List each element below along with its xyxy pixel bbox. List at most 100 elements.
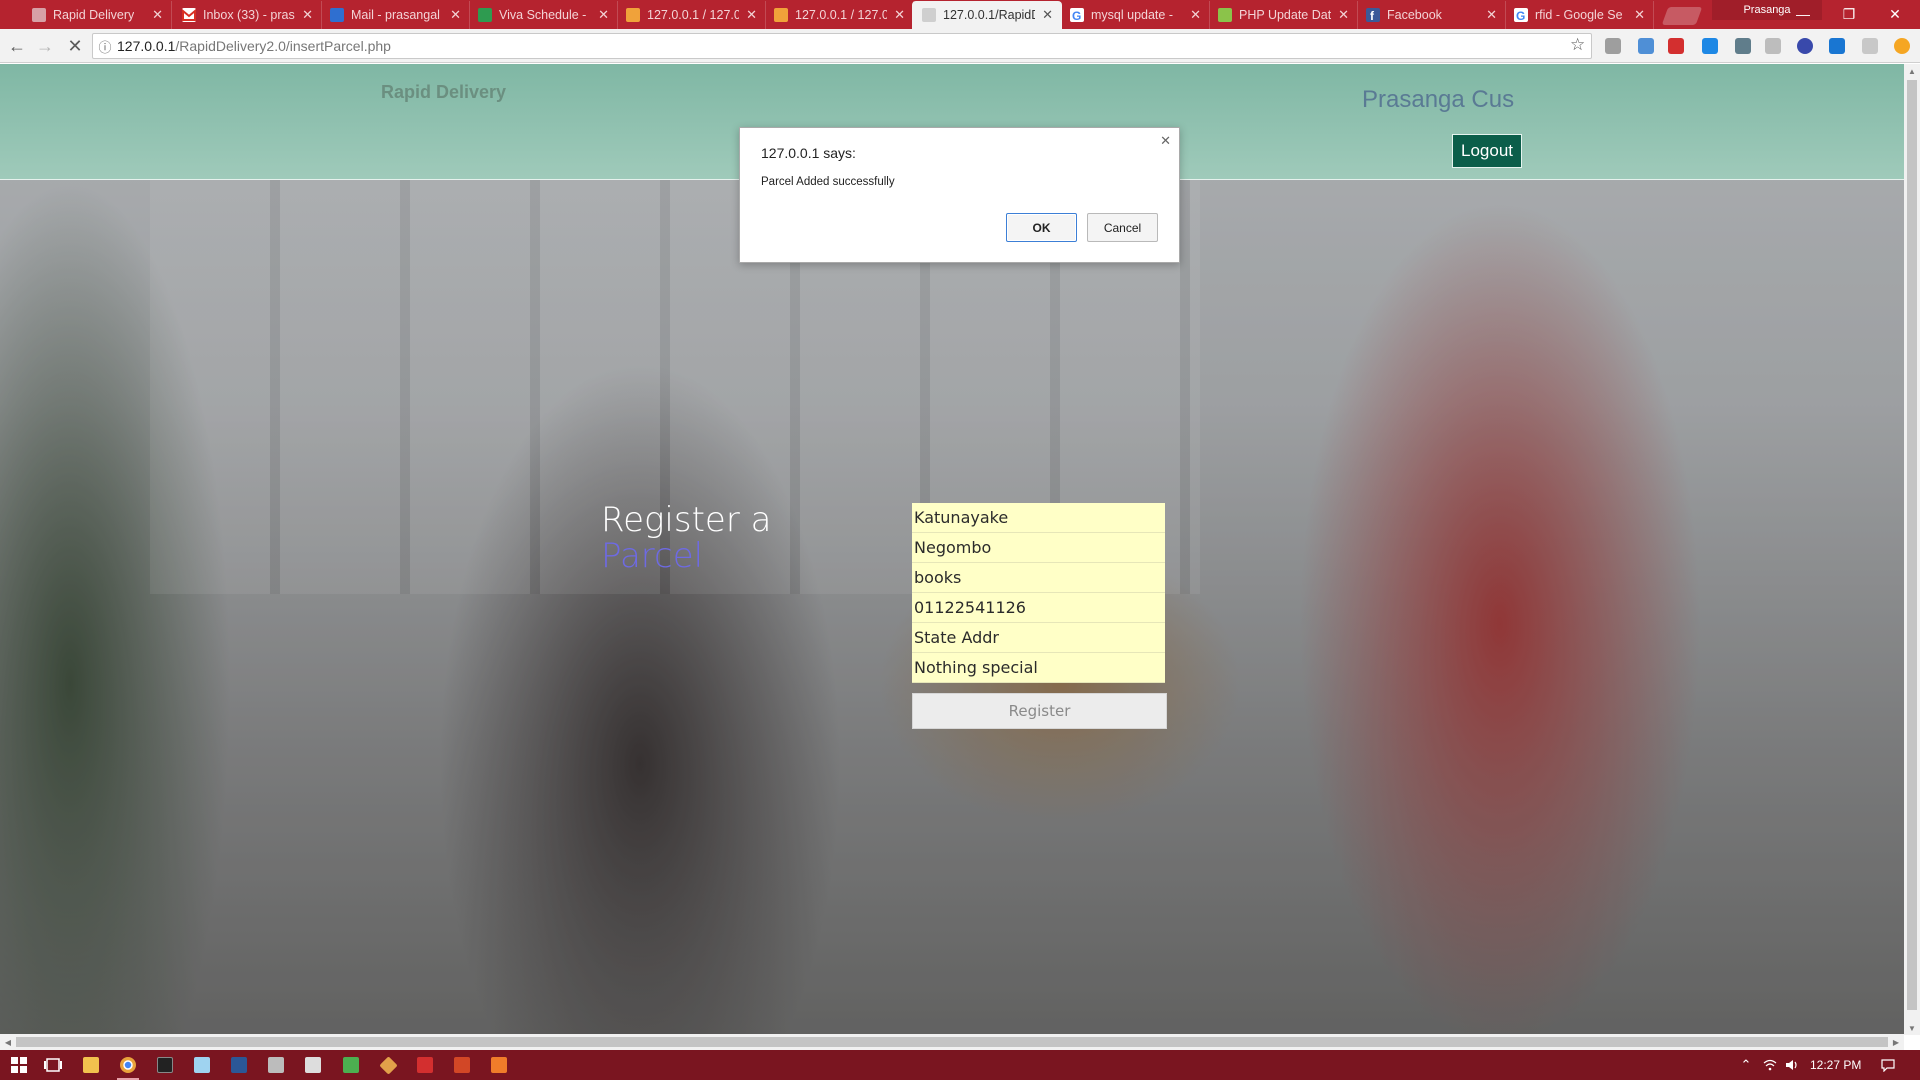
network-icon[interactable]: [1760, 1050, 1780, 1080]
scroll-right-icon[interactable]: ▶: [1888, 1034, 1904, 1050]
dialog-message: Parcel Added successfully: [761, 176, 895, 188]
back-arrow-icon[interactable]: ←: [6, 35, 28, 57]
tab-phpmyadmin-1[interactable]: 127.0.0.1 / 127.0 ✕: [616, 1, 766, 29]
close-icon[interactable]: ✕: [1634, 7, 1645, 23]
action-center-icon[interactable]: [1876, 1050, 1900, 1080]
web-page: Rapid Delivery Prasanga Cus Logout Regis…: [0, 64, 1904, 1034]
terminal-icon[interactable]: [150, 1054, 180, 1076]
logout-button[interactable]: Logout: [1452, 134, 1522, 168]
tab-mail[interactable]: Mail - prasangal ✕: [320, 1, 470, 29]
dialog-close-icon[interactable]: ✕: [1160, 133, 1171, 149]
restore-icon[interactable]: ❐: [1826, 0, 1872, 28]
adblock-icon[interactable]: [1605, 38, 1621, 54]
window-close-icon[interactable]: ✕: [1872, 0, 1918, 28]
tab-rfid[interactable]: G rfid - Google Se ✕: [1504, 1, 1654, 29]
cancel-button[interactable]: Cancel: [1087, 213, 1158, 242]
description-field[interactable]: Nothing special: [912, 653, 1165, 683]
tab-phpmyadmin-2[interactable]: 127.0.0.1 / 127.0 ✕: [764, 1, 914, 29]
extension-counter-icon[interactable]: [1735, 38, 1751, 54]
tab-insert-parcel[interactable]: 127.0.0.1/RapidD ✕: [912, 1, 1062, 29]
volume-icon[interactable]: [1782, 1050, 1802, 1080]
close-icon[interactable]: ✕: [598, 7, 609, 23]
tab-rapid-delivery[interactable]: Rapid Delivery ✕: [22, 1, 172, 29]
tab-inbox[interactable]: Inbox (33) - pras ✕: [172, 1, 322, 29]
extension-screenshot-icon[interactable]: [1638, 38, 1654, 54]
parcel-form: Katunayake Negombo books 01122541126 Sta…: [912, 503, 1165, 683]
tab-strip: Rapid Delivery ✕ Inbox (33) - pras ✕ Mai…: [0, 0, 1920, 29]
horizontal-scroll-thumb[interactable]: [16, 1037, 1888, 1047]
outlook-icon: [330, 8, 344, 22]
windows-start-icon[interactable]: [4, 1054, 34, 1076]
scroll-down-icon[interactable]: ▼: [1904, 1021, 1920, 1035]
address-bar[interactable]: ⓘ 127.0.0.1/RapidDelivery2.0/insertParce…: [92, 33, 1592, 59]
dreamweaver-icon[interactable]: [336, 1054, 366, 1076]
destination-field[interactable]: Negombo: [912, 533, 1165, 563]
git-icon[interactable]: [373, 1054, 403, 1076]
bookmark-star-icon[interactable]: ☆: [1570, 35, 1585, 55]
extension-update-icon[interactable]: [1894, 38, 1910, 54]
youtube-icon[interactable]: [1668, 38, 1684, 54]
sheets-icon: [478, 8, 492, 22]
close-icon[interactable]: ✕: [1042, 7, 1053, 23]
close-icon[interactable]: ✕: [1190, 7, 1201, 23]
stop-loading-icon[interactable]: ✕: [64, 35, 86, 57]
scroll-left-icon[interactable]: ◀: [0, 1034, 16, 1050]
powerpoint-icon[interactable]: [447, 1054, 477, 1076]
taskbar: ⌃ 12:27 PM: [0, 1050, 1920, 1080]
tab-mysql-update[interactable]: G mysql update - ✕: [1060, 1, 1210, 29]
minimize-icon[interactable]: —: [1780, 0, 1826, 28]
close-icon[interactable]: ✕: [746, 7, 757, 23]
calculator-icon[interactable]: [298, 1054, 328, 1076]
tab-viva-schedule[interactable]: Viva Schedule - ✕: [468, 1, 618, 29]
gmail-icon: [182, 8, 196, 22]
close-icon[interactable]: ✕: [302, 7, 313, 23]
new-tab-button[interactable]: [1661, 7, 1703, 25]
show-hidden-icons-icon[interactable]: ⌃: [1736, 1050, 1756, 1080]
close-icon[interactable]: ✕: [152, 7, 163, 23]
word-icon[interactable]: [224, 1054, 254, 1076]
extension-translate-icon[interactable]: [1829, 38, 1845, 54]
taskbar-clock[interactable]: 12:27 PM: [1810, 1050, 1861, 1080]
acrobat-icon[interactable]: [410, 1054, 440, 1076]
brand-title[interactable]: Rapid Delivery: [381, 82, 506, 103]
svg-text:G: G: [1516, 9, 1525, 22]
file-explorer-icon[interactable]: [76, 1054, 106, 1076]
site-info-icon[interactable]: ⓘ: [93, 37, 117, 56]
dialog-title: 127.0.0.1 says:: [761, 145, 856, 161]
extension-b-icon[interactable]: [1797, 38, 1813, 54]
extension-tab-icon[interactable]: [1702, 38, 1718, 54]
close-icon[interactable]: ✕: [1338, 7, 1349, 23]
scroll-up-icon[interactable]: ▲: [1904, 64, 1920, 78]
close-icon[interactable]: ✕: [1486, 7, 1497, 23]
pickup-location-field[interactable]: Katunayake: [912, 503, 1165, 533]
address-field[interactable]: State Addr: [912, 623, 1165, 653]
phpmyadmin-icon: [626, 8, 640, 22]
page-title: Register a Parcel: [601, 500, 772, 576]
notepad-icon[interactable]: [187, 1054, 217, 1076]
photos-icon[interactable]: [261, 1054, 291, 1076]
vertical-scroll-thumb[interactable]: [1907, 80, 1917, 1010]
chrome-icon[interactable]: [113, 1054, 143, 1080]
svg-text:G: G: [1072, 9, 1081, 22]
tab-facebook[interactable]: f Facebook ✕: [1356, 1, 1506, 29]
browser-toolbar: ← → ✕ ⓘ 127.0.0.1/RapidDelivery2.0/inser…: [0, 29, 1920, 63]
xampp-icon[interactable]: [484, 1054, 514, 1076]
google-icon: G: [1514, 8, 1528, 23]
forward-arrow-icon[interactable]: →: [34, 35, 56, 57]
extension-reload-icon[interactable]: [1765, 38, 1781, 54]
page-icon: [922, 8, 936, 22]
task-view-icon[interactable]: [38, 1054, 68, 1076]
vertical-scrollbar[interactable]: ▲ ▼: [1904, 64, 1920, 1035]
w3schools-icon: [1218, 8, 1232, 22]
phpmyadmin-icon: [774, 8, 788, 22]
close-icon[interactable]: ✕: [450, 7, 461, 23]
page-icon: [32, 8, 46, 22]
register-button[interactable]: Register: [912, 693, 1167, 729]
close-icon[interactable]: ✕: [894, 7, 905, 23]
horizontal-scrollbar[interactable]: ◀ ▶: [0, 1034, 1904, 1050]
ok-button[interactable]: OK: [1006, 213, 1077, 242]
phone-field[interactable]: 01122541126: [912, 593, 1165, 623]
tab-php-update[interactable]: PHP Update Dat ✕: [1208, 1, 1358, 29]
parcel-type-field[interactable]: books: [912, 563, 1165, 593]
extension-f-icon[interactable]: [1862, 38, 1878, 54]
